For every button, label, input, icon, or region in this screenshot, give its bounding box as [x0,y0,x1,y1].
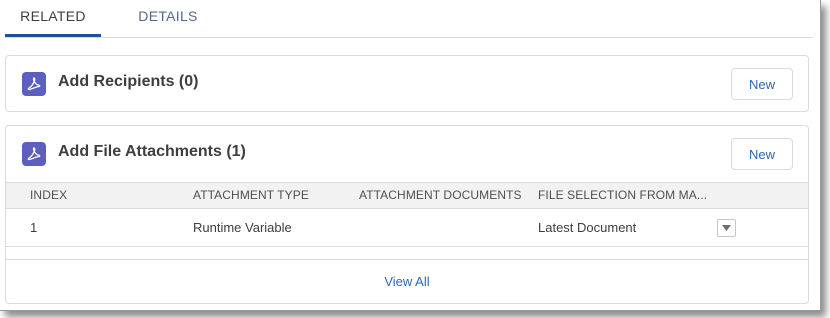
recipients-card: Add Recipients (0) New [5,55,809,112]
tab-related[interactable]: RELATED [5,0,101,37]
attachments-card-header: Add File Attachments (1) New [6,126,808,182]
cell-index: 1 [30,220,38,235]
card-title[interactable]: Add File Attachments (1) [58,143,246,161]
related-list-panel: RELATED DETAILS Add Recipients (0) New A… [0,0,821,311]
pdf-icon [22,72,46,96]
table-row: 1 Runtime Variable Latest Document [6,209,808,247]
cell-file-selection: Latest Document [538,220,637,235]
tab-related-label: RELATED [20,8,86,24]
new-attachment-button[interactable]: New [731,138,793,170]
tab-details[interactable]: DETAILS [128,0,208,36]
pdf-icon [22,142,46,166]
card-title[interactable]: Add Recipients (0) [58,73,198,91]
tab-bar: RELATED DETAILS [5,0,813,38]
active-tab-indicator [5,34,101,37]
chevron-down-icon [722,225,731,231]
column-header-attachment-documents[interactable]: ATTACHMENT DOCUMENTS [359,183,522,208]
column-header-attachment-type[interactable]: ATTACHMENT TYPE [193,183,309,208]
column-header-file-selection[interactable]: FILE SELECTION FROM MA... [538,183,708,208]
row-actions-button[interactable] [717,219,736,237]
column-header-index[interactable]: INDEX [30,183,67,208]
attachments-card: Add File Attachments (1) New INDEX ATTAC… [5,125,809,304]
table-header: INDEX ATTACHMENT TYPE ATTACHMENT DOCUMEN… [6,182,808,209]
tab-details-label: DETAILS [138,8,198,24]
new-recipient-button[interactable]: New [731,68,793,100]
recipients-card-header: Add Recipients (0) New [6,56,808,112]
cell-attachment-type: Runtime Variable [193,220,292,235]
view-all-link[interactable]: View All [6,260,808,304]
